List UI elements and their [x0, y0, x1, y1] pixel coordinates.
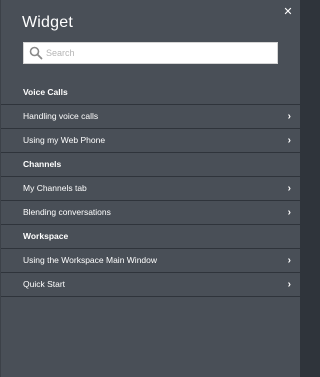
list-item-my-channels-tab[interactable]: My Channels tab › — [1, 177, 301, 201]
list-item-label: Using the Workspace Main Window — [23, 255, 158, 265]
section-header-workspace: Workspace — [1, 225, 301, 249]
help-panel: Widget ✕ Voice Calls Handling voice call… — [0, 0, 301, 377]
chevron-right-icon: › — [287, 183, 291, 194]
list-item-quick-start[interactable]: Quick Start › — [1, 273, 301, 297]
list-item-handling-voice-calls[interactable]: Handling voice calls › — [1, 105, 301, 129]
close-icon[interactable]: ✕ — [282, 6, 294, 18]
list-item-blending-conversations[interactable]: Blending conversations › — [1, 201, 301, 225]
list-item-using-workspace-main-window[interactable]: Using the Workspace Main Window › — [1, 249, 301, 273]
panel-title: Widget — [22, 14, 73, 31]
chevron-right-icon: › — [287, 135, 291, 146]
list-item-label: Blending conversations — [23, 207, 111, 217]
topic-list: Voice Calls Handling voice calls › Using… — [1, 81, 301, 297]
chevron-right-icon: › — [287, 279, 291, 290]
list-item-using-my-web-phone[interactable]: Using my Web Phone › — [1, 129, 301, 153]
section-header-voice-calls: Voice Calls — [1, 81, 301, 105]
list-item-label: Handling voice calls — [23, 111, 99, 121]
search-input[interactable] — [46, 43, 274, 63]
chevron-right-icon: › — [287, 255, 291, 266]
chevron-right-icon: › — [287, 111, 291, 122]
section-header-channels: Channels — [1, 153, 301, 177]
chevron-right-icon: › — [287, 207, 291, 218]
search-box[interactable] — [23, 42, 278, 64]
panel-header: Widget ✕ — [1, 0, 301, 40]
list-item-label: Quick Start — [23, 279, 66, 289]
list-item-label: Using my Web Phone — [23, 135, 106, 145]
search-icon — [29, 46, 43, 60]
list-item-label: My Channels tab — [23, 183, 87, 193]
